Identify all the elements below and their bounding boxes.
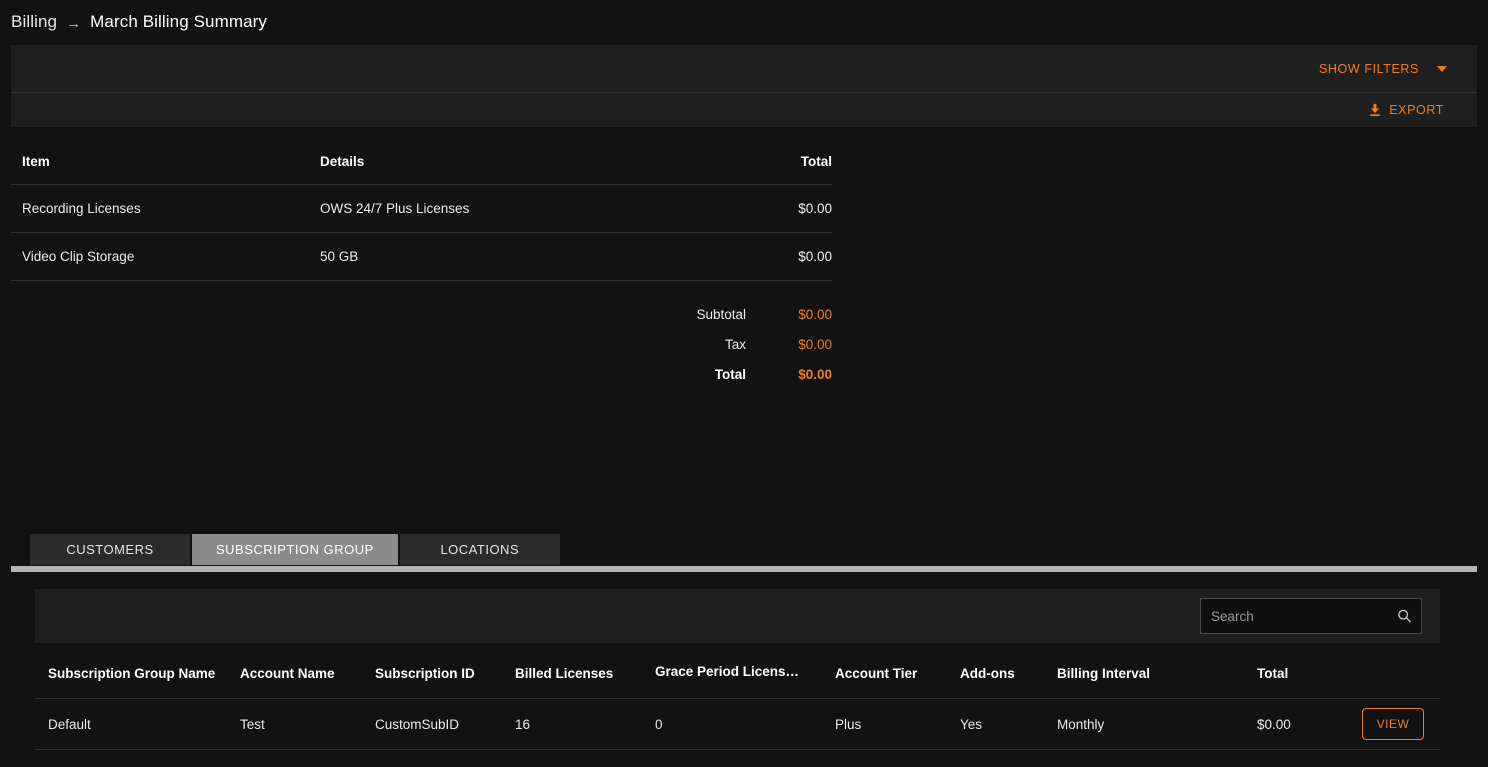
table-row: Default Test CustomSubID 16 0 Plus Yes M… bbox=[35, 699, 1440, 750]
table-row: Recording Licenses OWS 24/7 Plus License… bbox=[11, 185, 832, 233]
show-filters-button[interactable]: SHOW FILTERS bbox=[1319, 62, 1477, 76]
summary-cell-details: 50 GB bbox=[320, 249, 359, 264]
tab-subscription-group[interactable]: SUBSCRIPTION GROUP bbox=[192, 534, 398, 565]
breadcrumb: Billing → March Billing Summary bbox=[11, 5, 267, 39]
breadcrumb-arrow-icon: → bbox=[66, 14, 82, 32]
subscription-group-grid: Subscription Group Name Account Name Sub… bbox=[35, 648, 1440, 750]
tax-value: $0.00 bbox=[798, 336, 832, 352]
chevron-down-icon bbox=[1437, 65, 1447, 72]
download-icon bbox=[1370, 103, 1380, 117]
summary-cell-item: Recording Licenses bbox=[22, 201, 141, 216]
grid-cell-billing-interval: Monthly bbox=[1057, 716, 1105, 732]
summary-header-total: Total bbox=[800, 153, 832, 169]
table-row: Video Clip Storage 50 GB $0.00 bbox=[11, 233, 832, 281]
totals-section: Subtotal $0.00 Tax $0.00 Total $0.00 bbox=[11, 299, 832, 389]
summary-cell-details: OWS 24/7 Plus Licenses bbox=[320, 201, 470, 216]
grid-header-row: Subscription Group Name Account Name Sub… bbox=[35, 648, 1440, 699]
grid-header-billing-interval[interactable]: Billing Interval bbox=[1057, 666, 1257, 681]
grid-cell-group-name: Default bbox=[48, 716, 91, 732]
search-container bbox=[1200, 598, 1422, 634]
grid-cell-billed-licenses: 16 bbox=[515, 716, 531, 732]
grid-header-group-name[interactable]: Subscription Group Name bbox=[35, 666, 240, 681]
search-panel bbox=[35, 589, 1440, 643]
tab-customers[interactable]: CUSTOMERS bbox=[30, 534, 190, 565]
export-button[interactable]: EXPORT bbox=[1368, 103, 1477, 117]
export-label: EXPORT bbox=[1389, 103, 1444, 117]
grid-cell-addons: Yes bbox=[960, 716, 983, 732]
tab-divider bbox=[11, 566, 1477, 572]
export-toolbar: EXPORT bbox=[11, 93, 1477, 127]
grid-header-total[interactable]: Total bbox=[1257, 666, 1362, 681]
grid-cell-account-tier: Plus bbox=[835, 716, 862, 732]
grid-header-grace-period[interactable]: Grace Period Licens… bbox=[655, 664, 835, 682]
summary-cell-total: $0.00 bbox=[798, 201, 832, 216]
tax-label: Tax bbox=[724, 336, 746, 352]
show-filters-label: SHOW FILTERS bbox=[1318, 61, 1419, 76]
grand-total-value: $0.00 bbox=[798, 366, 832, 382]
subtotal-label: Subtotal bbox=[696, 306, 746, 322]
summary-header-item: Item bbox=[22, 153, 50, 169]
grid-header-billed-licenses[interactable]: Billed Licenses bbox=[515, 666, 655, 681]
summary-header-row: Item Details Total bbox=[11, 138, 832, 185]
tax-row: Tax $0.00 bbox=[11, 329, 832, 359]
billing-summary-table: Item Details Total Recording Licenses OW… bbox=[11, 138, 832, 389]
subtotal-value: $0.00 bbox=[798, 306, 832, 322]
grid-cell-account-name: Test bbox=[240, 716, 265, 732]
grid-header-grace-period-text: Grace Period Licens… bbox=[655, 664, 800, 679]
filters-toolbar: SHOW FILTERS bbox=[11, 45, 1477, 93]
grid-cell-actions: VIEW bbox=[1362, 708, 1440, 740]
tab-locations[interactable]: LOCATIONS bbox=[399, 534, 560, 565]
tab-bar: CUSTOMERS SUBSCRIPTION GROUP LOCATIONS bbox=[30, 534, 560, 565]
search-input[interactable] bbox=[1200, 598, 1422, 634]
breadcrumb-current: March Billing Summary bbox=[90, 12, 268, 31]
grand-total-label: Total bbox=[714, 366, 746, 382]
grid-header-addons[interactable]: Add-ons bbox=[960, 666, 1057, 681]
view-button[interactable]: VIEW bbox=[1362, 708, 1424, 740]
breadcrumb-root-link[interactable]: Billing bbox=[11, 12, 57, 32]
summary-cell-total: $0.00 bbox=[798, 249, 832, 264]
grid-cell-grace-period: 0 bbox=[655, 716, 663, 732]
grid-header-subscription-id[interactable]: Subscription ID bbox=[375, 666, 515, 681]
summary-cell-item: Video Clip Storage bbox=[22, 249, 135, 264]
grand-total-row: Total $0.00 bbox=[11, 359, 832, 389]
grid-cell-subscription-id: CustomSubID bbox=[375, 716, 460, 732]
subtotal-row: Subtotal $0.00 bbox=[11, 299, 832, 329]
grid-header-account-name[interactable]: Account Name bbox=[240, 666, 375, 681]
grid-header-account-tier[interactable]: Account Tier bbox=[835, 666, 960, 681]
grid-cell-total: $0.00 bbox=[1257, 716, 1291, 732]
summary-header-details: Details bbox=[320, 153, 365, 169]
